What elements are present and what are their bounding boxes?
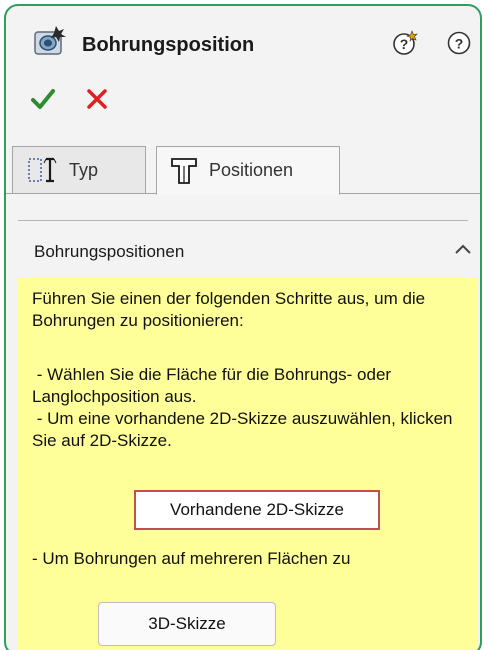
tab-typ[interactable]: Typ	[12, 146, 146, 194]
instruction-paragraph-3: - Um Bohrungen auf mehreren Flächen zu	[32, 549, 351, 568]
ok-button[interactable]	[30, 86, 56, 112]
section-title: Bohrungspositionen	[34, 242, 185, 261]
instruction-step-face: - Wählen Sie die Fläche für die Bohrungs…	[32, 365, 396, 406]
3d-sketch-button[interactable]: 3D-Skizze	[98, 602, 276, 646]
svg-text:?: ?	[400, 36, 409, 52]
help-icon[interactable]: ?	[446, 30, 472, 56]
instruction-step-sketch: - Um eine vorhandene 2D-Skizze auszuwähl…	[32, 409, 458, 450]
instruction-paragraph-1: Führen Sie einen der folgenden Schritte …	[32, 289, 426, 330]
cancel-button[interactable]	[86, 88, 108, 110]
panel-header: Bohrungsposition ? ?	[6, 6, 480, 76]
instruction-paragraph-2: - Wählen Sie die Fläche für die Bohrungs…	[32, 364, 472, 452]
tab-bar: Typ Positionen	[6, 144, 480, 195]
hole-type-icon	[28, 157, 57, 183]
whats-wrong-icon[interactable]: ?	[392, 30, 418, 56]
existing-2d-sketch-button[interactable]: Vorhandene 2D-Skizze	[134, 490, 380, 530]
instruction-box: Führen Sie einen der folgenden Schritte …	[18, 278, 478, 650]
section-divider	[18, 220, 468, 221]
hole-position-icon	[171, 157, 197, 184]
tab-positionen[interactable]: Positionen	[156, 146, 340, 195]
property-manager-panel: Bohrungsposition ? ? Typ Positionen Bohr…	[4, 4, 482, 650]
svg-text:?: ?	[455, 36, 464, 52]
tab-positionen-label: Positionen	[209, 160, 294, 180]
tab-typ-label: Typ	[69, 159, 99, 180]
hole-wizard-icon	[34, 26, 66, 55]
chevron-up-icon[interactable]	[454, 242, 472, 256]
panel-title: Bohrungsposition	[82, 34, 255, 56]
